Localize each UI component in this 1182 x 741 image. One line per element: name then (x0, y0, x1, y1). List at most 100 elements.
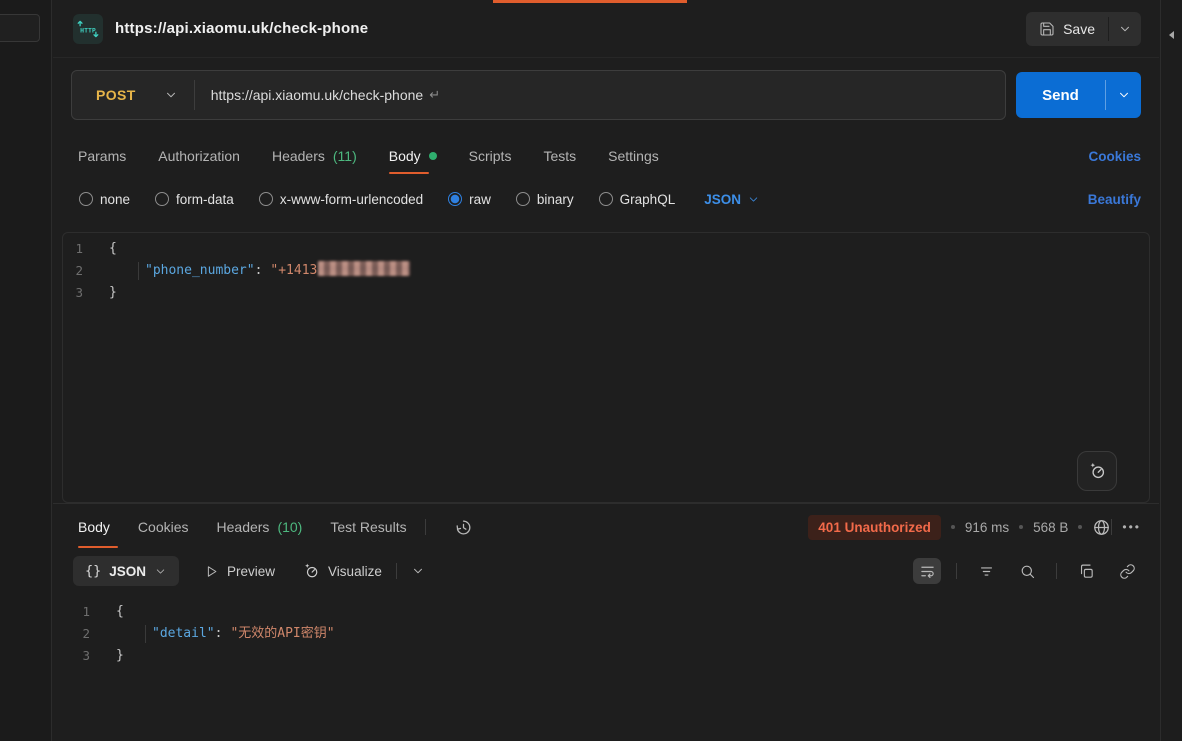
tab-tests[interactable]: Tests (543, 137, 576, 175)
response-tab-cookies[interactable]: Cookies (138, 505, 189, 549)
url-input[interactable]: https://api.xiaomu.uk/check-phone ↵ (211, 87, 1005, 103)
tab-label: Authorization (158, 148, 240, 164)
divider (425, 519, 426, 535)
tab-body[interactable]: Body (389, 137, 437, 175)
code-text: } (109, 282, 117, 304)
tab-settings[interactable]: Settings (608, 137, 659, 175)
tab-params[interactable]: Params (78, 137, 126, 175)
line-number: 3 (63, 282, 109, 304)
wrap-text-button[interactable] (913, 558, 941, 584)
toolbar-options-button[interactable] (411, 564, 425, 578)
chevron-down-icon (154, 565, 167, 578)
send-options-button[interactable] (1106, 72, 1141, 118)
search-button[interactable] (1013, 558, 1041, 584)
response-tab-headers[interactable]: Headers (10) (217, 505, 303, 549)
radio-none[interactable]: none (79, 192, 130, 207)
divider[interactable] (53, 503, 1159, 504)
indent-guide (138, 262, 139, 280)
response-format-selector[interactable]: {} JSON (73, 556, 179, 586)
radio-label: binary (537, 192, 574, 207)
response-tools (913, 558, 1141, 584)
request-body-editor[interactable]: 1 { 2 "phone_number":"+1413 3 } (62, 232, 1150, 503)
status-badge[interactable]: 401 Unauthorized (808, 515, 941, 540)
radio-icon (599, 192, 613, 206)
tab-scripts[interactable]: Scripts (469, 137, 512, 175)
radio-label: raw (469, 192, 491, 207)
preview-button[interactable]: Preview (204, 564, 275, 579)
tab-label: Settings (608, 148, 659, 164)
divider (194, 80, 195, 110)
tab-label: Params (78, 148, 126, 164)
more-options-button[interactable]: ••• (1122, 520, 1141, 534)
method-label: POST (96, 87, 136, 103)
response-body-editor[interactable]: 1 { 2 "detail":"无效的API密钥" 3 } (70, 596, 1141, 667)
globe-icon (1092, 518, 1111, 537)
code-text: } (116, 645, 124, 667)
json-key: "detail" (152, 626, 215, 641)
radio-x-www-form-urlencoded[interactable]: x-www-form-urlencoded (259, 192, 423, 207)
url-input-container: POST https://api.xiaomu.uk/check-phone ↵ (71, 70, 1006, 120)
response-history-button[interactable] (454, 518, 473, 537)
copy-button[interactable] (1072, 558, 1100, 584)
code-text: { (116, 601, 124, 623)
dot-separator (951, 525, 955, 529)
request-title: https://api.xiaomu.uk/check-phone (115, 20, 368, 37)
url-bar: POST https://api.xiaomu.uk/check-phone ↵… (71, 70, 1141, 122)
language-selector[interactable]: JSON (704, 192, 760, 207)
tab-label: Tests (543, 148, 576, 164)
response-size[interactable]: 568 B (1033, 520, 1068, 535)
tab-label: Body (78, 519, 110, 535)
save-options-button[interactable] (1109, 12, 1141, 46)
postbot-button[interactable] (1077, 451, 1117, 491)
radio-label: form-data (176, 192, 234, 207)
radio-graphql[interactable]: GraphQL (599, 192, 676, 207)
url-text: https://api.xiaomu.uk/check-phone (211, 87, 423, 103)
line-number: 2 (63, 260, 109, 282)
radio-label: none (100, 192, 130, 207)
response-tab-test-results[interactable]: Test Results (330, 505, 406, 549)
link-button[interactable] (1113, 558, 1141, 584)
code-text: "detail": "无效的API密钥" (116, 623, 335, 645)
json-separator: : (215, 626, 223, 641)
json-key: "phone_number" (145, 263, 255, 278)
response-meta: 401 Unauthorized 916 ms 568 B ••• (808, 515, 1141, 540)
response-time[interactable]: 916 ms (965, 520, 1009, 535)
body-type-selector: none form-data x-www-form-urlencoded raw… (79, 185, 1141, 213)
chevron-down-icon (1117, 88, 1131, 102)
chevron-down-icon (164, 88, 178, 102)
json-value: "无效的API密钥" (230, 626, 334, 641)
filter-button[interactable] (972, 558, 1000, 584)
radio-raw[interactable]: raw (448, 192, 491, 207)
visualize-icon (302, 562, 320, 580)
preview-label: Preview (227, 564, 275, 579)
radio-label: x-www-form-urlencoded (280, 192, 423, 207)
visualize-button[interactable]: Visualize (302, 562, 382, 580)
tab-headers[interactable]: Headers (11) (272, 137, 357, 175)
dot-separator (1019, 525, 1023, 529)
http-request-icon: HTTP (73, 14, 103, 44)
collapse-panel-arrow-icon[interactable] (1169, 31, 1174, 39)
redacted-value (318, 261, 410, 276)
code-text: "phone_number":"+1413 (109, 260, 410, 282)
beautify-link[interactable]: Beautify (1088, 192, 1141, 207)
line-number: 1 (70, 601, 116, 623)
play-icon (204, 564, 219, 579)
line-number: 3 (70, 645, 116, 667)
method-selector[interactable]: POST (72, 87, 194, 103)
tab-authorization[interactable]: Authorization (158, 137, 240, 175)
radio-form-data[interactable]: form-data (155, 192, 234, 207)
code-line: 1 { (70, 601, 1141, 623)
code-text: { (109, 238, 117, 260)
response-tab-body[interactable]: Body (78, 505, 110, 549)
cookies-link[interactable]: Cookies (1088, 149, 1141, 164)
filter-icon (978, 563, 995, 580)
sidebar-collapsed-item[interactable] (0, 14, 40, 42)
return-symbol: ↵ (429, 88, 440, 103)
send-button[interactable]: Send (1016, 72, 1105, 118)
radio-binary[interactable]: binary (516, 192, 574, 207)
save-icon (1039, 21, 1055, 37)
copy-icon (1078, 563, 1095, 580)
save-button[interactable]: Save (1026, 12, 1108, 46)
network-info-button[interactable] (1092, 518, 1111, 537)
code-line: 2 "phone_number":"+1413 (63, 260, 1149, 282)
